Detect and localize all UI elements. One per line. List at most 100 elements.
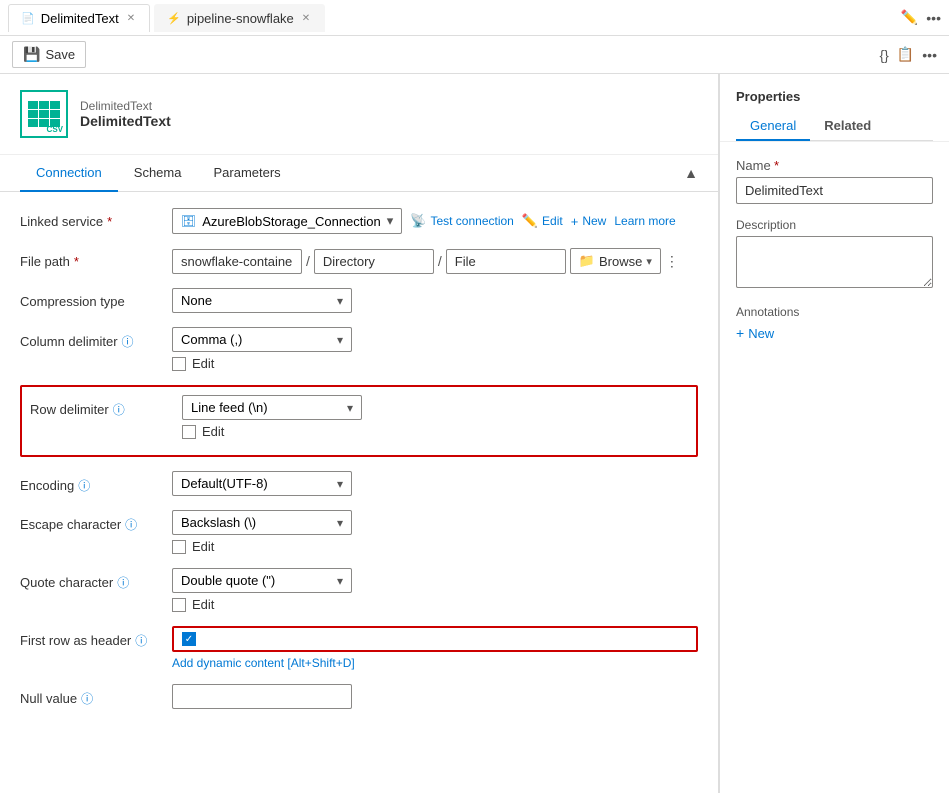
encoding-info-icon[interactable]: ⓘ <box>78 477 90 494</box>
name-input[interactable] <box>736 177 933 204</box>
quote-character-value: Double quote (") <box>181 573 275 588</box>
main-area: CSV DelimitedText DelimitedText Connecti… <box>0 74 949 793</box>
add-annotation-button[interactable]: + New <box>736 325 774 341</box>
column-delimiter-select[interactable]: Comma (,) ▾ <box>172 327 352 352</box>
row-delim-edit-row: Edit <box>182 424 688 439</box>
column-delimiter-row: Column delimiter ⓘ Comma (,) ▾ Edit <box>20 327 698 371</box>
overflow-icon[interactable]: ••• <box>922 47 937 63</box>
frah-info-icon[interactable]: ⓘ <box>135 632 147 649</box>
quote-edit-checkbox[interactable] <box>172 598 186 612</box>
properties-title: Properties <box>736 89 800 104</box>
path-more-icon[interactable]: ⋮ <box>665 253 679 270</box>
learn-more-link[interactable]: Learn more <box>614 214 675 228</box>
save-label: Save <box>45 47 75 62</box>
encoding-label: Encoding ⓘ <box>20 471 160 494</box>
col-delim-arrow: ▾ <box>337 333 343 347</box>
tab-parameters[interactable]: Parameters <box>197 155 296 192</box>
tab-connection[interactable]: Connection <box>20 155 118 192</box>
quote-character-row: Quote character ⓘ Double quote (") ▾ Edi… <box>20 568 698 612</box>
escape-edit-label: Edit <box>192 539 214 554</box>
name-required: * <box>774 158 779 173</box>
frah-highlight-box: ✓ <box>172 626 698 652</box>
row-delimiter-highlight: Row delimiter ⓘ Line feed (\n) ▾ Edit <box>20 385 698 457</box>
tab-label-delimited: DelimitedText <box>41 11 119 26</box>
null-info-icon[interactable]: ⓘ <box>81 690 93 707</box>
props-tab-general[interactable]: General <box>736 112 810 141</box>
tab-icon-pipeline: ⚡ <box>167 12 181 25</box>
escape-character-controls: Backslash (\) ▾ Edit <box>172 510 698 554</box>
file-path-label: File path * <box>20 248 160 269</box>
col-delim-info-icon[interactable]: ⓘ <box>122 333 134 350</box>
col-delim-edit-checkbox[interactable] <box>172 357 186 371</box>
dynamic-content-link[interactable]: Add dynamic content [Alt+Shift+D] <box>172 656 698 670</box>
copy-icon[interactable]: 📋 <box>897 46 914 63</box>
linked-service-dropdown[interactable]: 🗄 AzureBlobStorage_Connection ▾ <box>172 208 402 234</box>
escape-character-select[interactable]: Backslash (\) ▾ <box>172 510 352 535</box>
description-textarea[interactable] <box>736 236 933 288</box>
file-input[interactable] <box>446 249 566 274</box>
browse-arrow: ▾ <box>646 255 652 268</box>
row-delimiter-select[interactable]: Line feed (\n) ▾ <box>182 395 362 420</box>
path-sep-1: / <box>306 253 310 269</box>
row-delim-edit-checkbox[interactable] <box>182 425 196 439</box>
quote-edit-row: Edit <box>172 597 698 612</box>
browse-button[interactable]: 📁 Browse ▾ <box>570 248 661 274</box>
tab-bar-right: ✏️ ••• <box>901 9 941 26</box>
save-icon: 💾 <box>23 46 40 63</box>
toolbar-right: {} 📋 ••• <box>879 46 937 63</box>
tab-schema[interactable]: Schema <box>118 155 198 192</box>
dataset-name: DelimitedText <box>80 113 171 129</box>
edit-link[interactable]: ✏️ Edit <box>522 213 563 229</box>
name-label: Name * <box>736 158 933 173</box>
quote-character-controls: Double quote (") ▾ Edit <box>172 568 698 612</box>
add-new-label: New <box>748 326 774 341</box>
plus-icon-annotations: + <box>736 325 744 341</box>
new-link[interactable]: + New <box>571 214 607 229</box>
row-delimiter-value: Line feed (\n) <box>191 400 268 415</box>
test-connection-link[interactable]: 📡 Test connection <box>410 213 514 229</box>
null-value-row: Null value ⓘ <box>20 684 698 709</box>
save-button[interactable]: 💾 Save <box>12 41 86 68</box>
quote-character-select[interactable]: Double quote (") ▾ <box>172 568 352 593</box>
row-delim-info-icon[interactable]: ⓘ <box>113 401 125 418</box>
properties-panel: Properties General Related Name * Descri… <box>719 74 949 793</box>
null-value-controls <box>172 684 698 709</box>
edit-icon[interactable]: ✏️ <box>901 9 918 26</box>
tab-icon-delimited: 📄 <box>21 12 35 25</box>
quote-info-icon[interactable]: ⓘ <box>117 574 129 591</box>
null-value-input[interactable] <box>172 684 352 709</box>
row-delim-arrow: ▾ <box>347 401 353 415</box>
tab-close-delimited[interactable]: ✕ <box>125 12 137 25</box>
code-icon[interactable]: {} <box>879 47 888 63</box>
more-options-icon[interactable]: ••• <box>926 10 941 26</box>
dropdown-arrow: ▾ <box>387 213 394 229</box>
first-row-header-checkbox[interactable]: ✓ <box>182 632 196 646</box>
escape-arrow: ▾ <box>337 516 343 530</box>
container-input[interactable] <box>172 249 302 274</box>
tab-delimited[interactable]: 📄 DelimitedText ✕ <box>8 4 150 32</box>
folder-icon: 📁 <box>579 253 595 269</box>
escape-character-value: Backslash (\) <box>181 515 256 530</box>
quote-arrow: ▾ <box>337 574 343 588</box>
escape-character-row: Escape character ⓘ Backslash (\) ▾ Edit <box>20 510 698 554</box>
col-delim-edit-row: Edit <box>172 356 698 371</box>
collapse-icon[interactable]: ▲ <box>684 165 698 181</box>
compression-type-controls: None ▾ <box>172 288 698 313</box>
file-path-row: File path * / / 📁 Browse ▾ <box>20 248 698 274</box>
compression-type-select[interactable]: None ▾ <box>172 288 352 313</box>
tab-pipeline[interactable]: ⚡ pipeline-snowflake ✕ <box>154 4 325 32</box>
dataset-subtitle: DelimitedText <box>80 99 171 113</box>
props-tab-related[interactable]: Related <box>810 112 885 141</box>
encoding-select[interactable]: Default(UTF-8) ▾ <box>172 471 352 496</box>
storage-icon: 🗄 <box>181 214 196 228</box>
encoding-row: Encoding ⓘ Default(UTF-8) ▾ <box>20 471 698 496</box>
encoding-value: Default(UTF-8) <box>181 476 268 491</box>
first-row-header-row: First row as header ⓘ ✓ Add dynamic cont… <box>20 626 698 670</box>
toolbar: 💾 Save {} 📋 ••• <box>0 36 949 74</box>
tab-bar-left: 📄 DelimitedText ✕ ⚡ pipeline-snowflake ✕ <box>8 4 325 32</box>
escape-edit-checkbox[interactable] <box>172 540 186 554</box>
properties-header: Properties General Related <box>720 74 949 142</box>
directory-input[interactable] <box>314 249 434 274</box>
tab-close-pipeline[interactable]: ✕ <box>300 12 312 25</box>
escape-info-icon[interactable]: ⓘ <box>125 516 137 533</box>
